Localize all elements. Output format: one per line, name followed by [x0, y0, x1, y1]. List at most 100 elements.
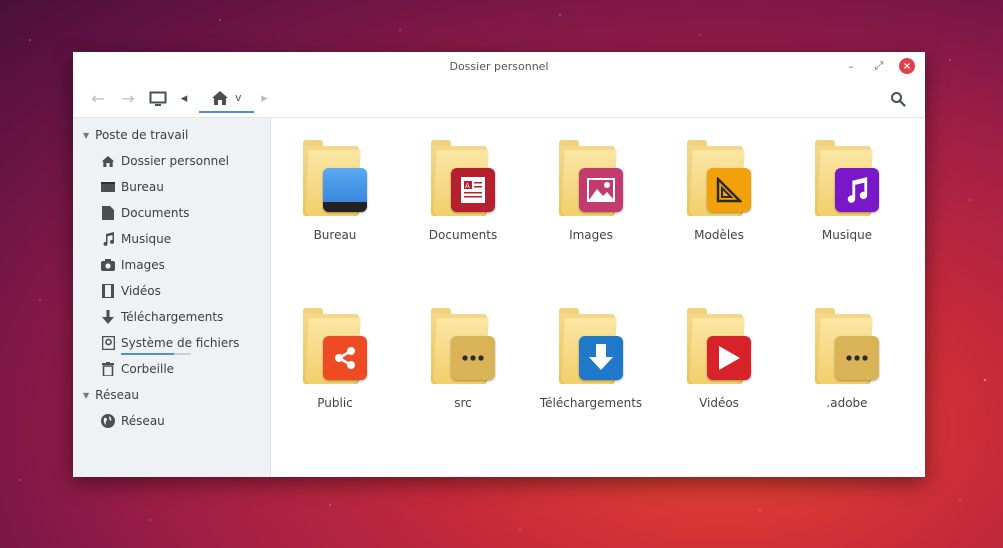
- folder-icon: [559, 308, 623, 388]
- file-name: Public: [317, 396, 353, 410]
- search-icon: [891, 92, 906, 107]
- sidebar-section-label: Poste de travail: [95, 128, 189, 142]
- window-controls: – ⤢ ×: [843, 58, 915, 74]
- file-view: Bureau A Documents Images Modèles Musique Publ…: [271, 118, 925, 477]
- sidebar-item-label: Corbeille: [121, 362, 175, 376]
- download-emblem-icon: [579, 336, 623, 380]
- file-name: Téléchargements: [539, 396, 643, 410]
- computer-button[interactable]: [143, 86, 173, 112]
- toolbar: ← → ◂ v ▸: [73, 80, 925, 118]
- file-item[interactable]: Téléchargements: [527, 308, 655, 476]
- sidebar-item-label: Téléchargements: [121, 310, 224, 324]
- sidebar-item-label: Bureau: [121, 180, 164, 194]
- file-item[interactable]: Bureau: [271, 140, 399, 308]
- collapse-triangle-icon: ▼: [83, 130, 90, 140]
- film-icon: [101, 284, 115, 298]
- desktop-emblem-icon: [323, 168, 367, 212]
- close-button[interactable]: ×: [899, 58, 915, 74]
- sidebar-section-header[interactable]: ▼ Poste de travail: [73, 122, 270, 148]
- sidebar-item-label: Documents: [121, 206, 190, 220]
- folder-icon: [303, 308, 367, 388]
- trash-icon: [101, 362, 115, 376]
- more-emblem-icon: [835, 336, 879, 380]
- folder-icon: [687, 140, 751, 220]
- file-name: Modèles: [694, 228, 744, 242]
- desktop-icon: [101, 180, 115, 194]
- disk-usage-bar: [121, 353, 191, 355]
- home-icon: [211, 90, 229, 106]
- file-name: Bureau: [313, 228, 357, 242]
- home-icon: [101, 154, 115, 168]
- sidebar-section-label: Réseau: [95, 388, 139, 402]
- sidebar-item[interactable]: Dossier personnel: [73, 148, 270, 174]
- file-item[interactable]: Vidéos: [655, 308, 783, 476]
- file-manager-window: Dossier personnel – ⤢ × ← → ◂ v ▸ ▼ Poste…: [73, 52, 925, 477]
- sidebar: ▼ Poste de travail Dossier personnel Bureau…: [73, 118, 271, 477]
- sidebar-item-label: Musique: [121, 232, 172, 246]
- globe-icon: [101, 414, 115, 428]
- share-emblem-icon: [323, 336, 367, 380]
- folder-icon: A: [431, 140, 495, 220]
- document-icon: [101, 206, 115, 220]
- breadcrumb-label: v: [235, 91, 242, 104]
- file-item[interactable]: src: [399, 308, 527, 476]
- file-item[interactable]: .adobe: [783, 308, 911, 476]
- document-emblem-icon: A: [451, 168, 495, 212]
- file-grid: Bureau A Documents Images Modèles Musique Publ…: [271, 118, 925, 476]
- sidebar-item-label: Dossier personnel: [121, 154, 230, 168]
- play-emblem-icon: [707, 336, 751, 380]
- file-item[interactable]: Public: [271, 308, 399, 476]
- breadcrumb-home[interactable]: v: [199, 85, 254, 113]
- breadcrumb-prev-button[interactable]: ◂: [173, 86, 195, 112]
- sidebar-item[interactable]: Documents: [73, 200, 270, 226]
- music-icon: [101, 232, 115, 246]
- download-icon: [101, 310, 115, 324]
- image-emblem-icon: [579, 168, 623, 212]
- sidebar-item[interactable]: Vidéos: [73, 278, 270, 304]
- file-item[interactable]: Modèles: [655, 140, 783, 308]
- file-name: Vidéos: [699, 396, 739, 410]
- maximize-button[interactable]: ⤢: [871, 58, 887, 74]
- window-title: Dossier personnel: [449, 59, 549, 73]
- sidebar-item[interactable]: Images: [73, 252, 270, 278]
- sidebar-item-label: Vidéos: [121, 284, 161, 298]
- forward-button[interactable]: →: [113, 86, 143, 112]
- sidebar-item[interactable]: Musique: [73, 226, 270, 252]
- sidebar-item-label: Système de fichiers: [121, 336, 240, 350]
- sidebar-item[interactable]: Téléchargements: [73, 304, 270, 330]
- sidebar-item[interactable]: Corbeille: [73, 356, 270, 382]
- collapse-triangle-icon: ▼: [83, 390, 90, 400]
- folder-icon: [431, 308, 495, 388]
- search-button[interactable]: [883, 86, 913, 112]
- sidebar-item[interactable]: Système de fichiers: [73, 330, 270, 356]
- disk-usage-fill: [121, 353, 174, 355]
- folder-icon: [303, 140, 367, 220]
- minimize-button[interactable]: –: [843, 58, 859, 74]
- more-emblem-icon: [451, 336, 495, 380]
- folder-icon: [815, 140, 879, 220]
- file-item[interactable]: Images: [527, 140, 655, 308]
- sidebar-item[interactable]: Bureau: [73, 174, 270, 200]
- back-button[interactable]: ←: [83, 86, 113, 112]
- titlebar: Dossier personnel – ⤢ ×: [73, 52, 925, 80]
- camera-icon: [101, 258, 115, 272]
- folder-icon: [815, 308, 879, 388]
- file-name: Musique: [821, 228, 873, 242]
- monitor-icon: [149, 91, 167, 106]
- file-item[interactable]: A Documents: [399, 140, 527, 308]
- folder-icon: [687, 308, 751, 388]
- folder-icon: [559, 140, 623, 220]
- drive-icon: [101, 336, 115, 350]
- sidebar-section-header[interactable]: ▼ Réseau: [73, 382, 270, 408]
- file-name: Images: [569, 228, 613, 242]
- file-name: src: [454, 396, 472, 410]
- main-area: ▼ Poste de travail Dossier personnel Bureau…: [73, 118, 925, 477]
- file-name: .adobe: [826, 396, 868, 410]
- sidebar-item[interactable]: Réseau: [73, 408, 270, 434]
- music-emblem-icon: [835, 168, 879, 212]
- breadcrumb-next-button[interactable]: ▸: [254, 86, 276, 112]
- sidebar-item-label: Réseau: [121, 414, 165, 428]
- file-item[interactable]: Musique: [783, 140, 911, 308]
- file-name: Documents: [428, 228, 498, 242]
- sidebar-item-label: Images: [121, 258, 165, 272]
